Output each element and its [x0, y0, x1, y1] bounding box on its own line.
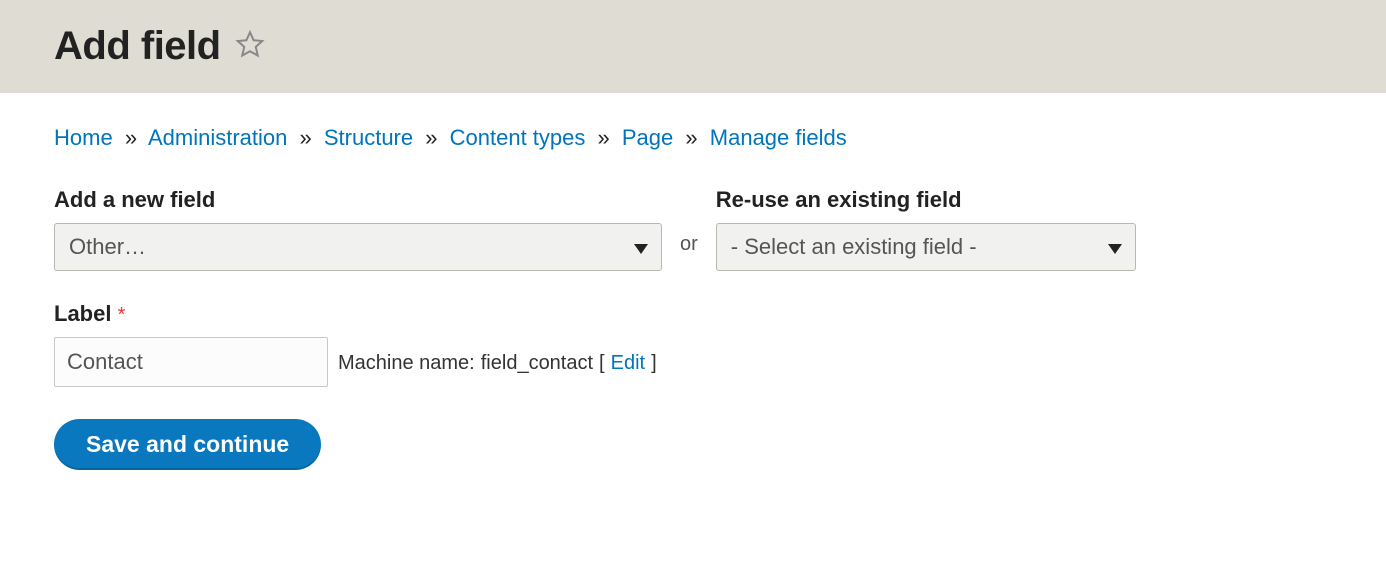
- page-title: Add field: [54, 24, 221, 69]
- chevron-down-icon: [1108, 234, 1122, 260]
- page-header: Add field: [0, 0, 1386, 93]
- label-row: Label * Machine name: field_contact [ Edi…: [54, 301, 1332, 387]
- field-type-row: Add a new field Other… or Re-use an exis…: [54, 187, 1332, 271]
- machine-name-edit-link[interactable]: Edit: [611, 352, 645, 375]
- label-field-text: Label: [54, 301, 111, 326]
- breadcrumb-separator: »: [299, 125, 311, 150]
- breadcrumb-structure[interactable]: Structure: [324, 125, 413, 150]
- label-block: Label *: [54, 301, 328, 387]
- add-new-field-selected: Other…: [69, 234, 146, 260]
- add-new-field-select[interactable]: Other…: [54, 223, 662, 271]
- breadcrumb-separator: »: [685, 125, 697, 150]
- required-indicator: *: [118, 304, 126, 326]
- star-outline-icon[interactable]: [235, 29, 265, 64]
- machine-name-value: field_contact: [481, 352, 593, 375]
- reuse-existing-field-group: Re-use an existing field - Select an exi…: [716, 187, 1136, 271]
- machine-name-prefix: Machine name:: [338, 352, 475, 375]
- chevron-down-icon: [634, 234, 648, 260]
- breadcrumb-content-types[interactable]: Content types: [450, 125, 586, 150]
- content-area: Home » Administration » Structure » Cont…: [0, 93, 1386, 510]
- breadcrumb-separator: »: [125, 125, 137, 150]
- breadcrumb: Home » Administration » Structure » Cont…: [54, 125, 1332, 151]
- breadcrumb-manage-fields[interactable]: Manage fields: [710, 125, 847, 150]
- breadcrumb-separator: »: [425, 125, 437, 150]
- breadcrumb-page[interactable]: Page: [622, 125, 673, 150]
- reuse-existing-field-select[interactable]: - Select an existing field -: [716, 223, 1136, 271]
- add-new-field-group: Add a new field Other…: [54, 187, 662, 271]
- bracket-close: ]: [651, 352, 657, 375]
- breadcrumb-administration[interactable]: Administration: [148, 125, 287, 150]
- add-new-field-label: Add a new field: [54, 187, 662, 213]
- reuse-existing-field-selected: - Select an existing field -: [731, 234, 977, 260]
- label-input[interactable]: [54, 337, 328, 387]
- reuse-existing-field-label: Re-use an existing field: [716, 187, 1136, 213]
- or-separator: or: [680, 233, 698, 256]
- machine-name-block: Machine name: field_contact [ Edit]: [338, 352, 657, 375]
- breadcrumb-home[interactable]: Home: [54, 125, 113, 150]
- breadcrumb-separator: »: [598, 125, 610, 150]
- bracket-open: [: [599, 352, 605, 375]
- save-and-continue-button[interactable]: Save and continue: [54, 419, 321, 470]
- label-field-title: Label *: [54, 301, 328, 327]
